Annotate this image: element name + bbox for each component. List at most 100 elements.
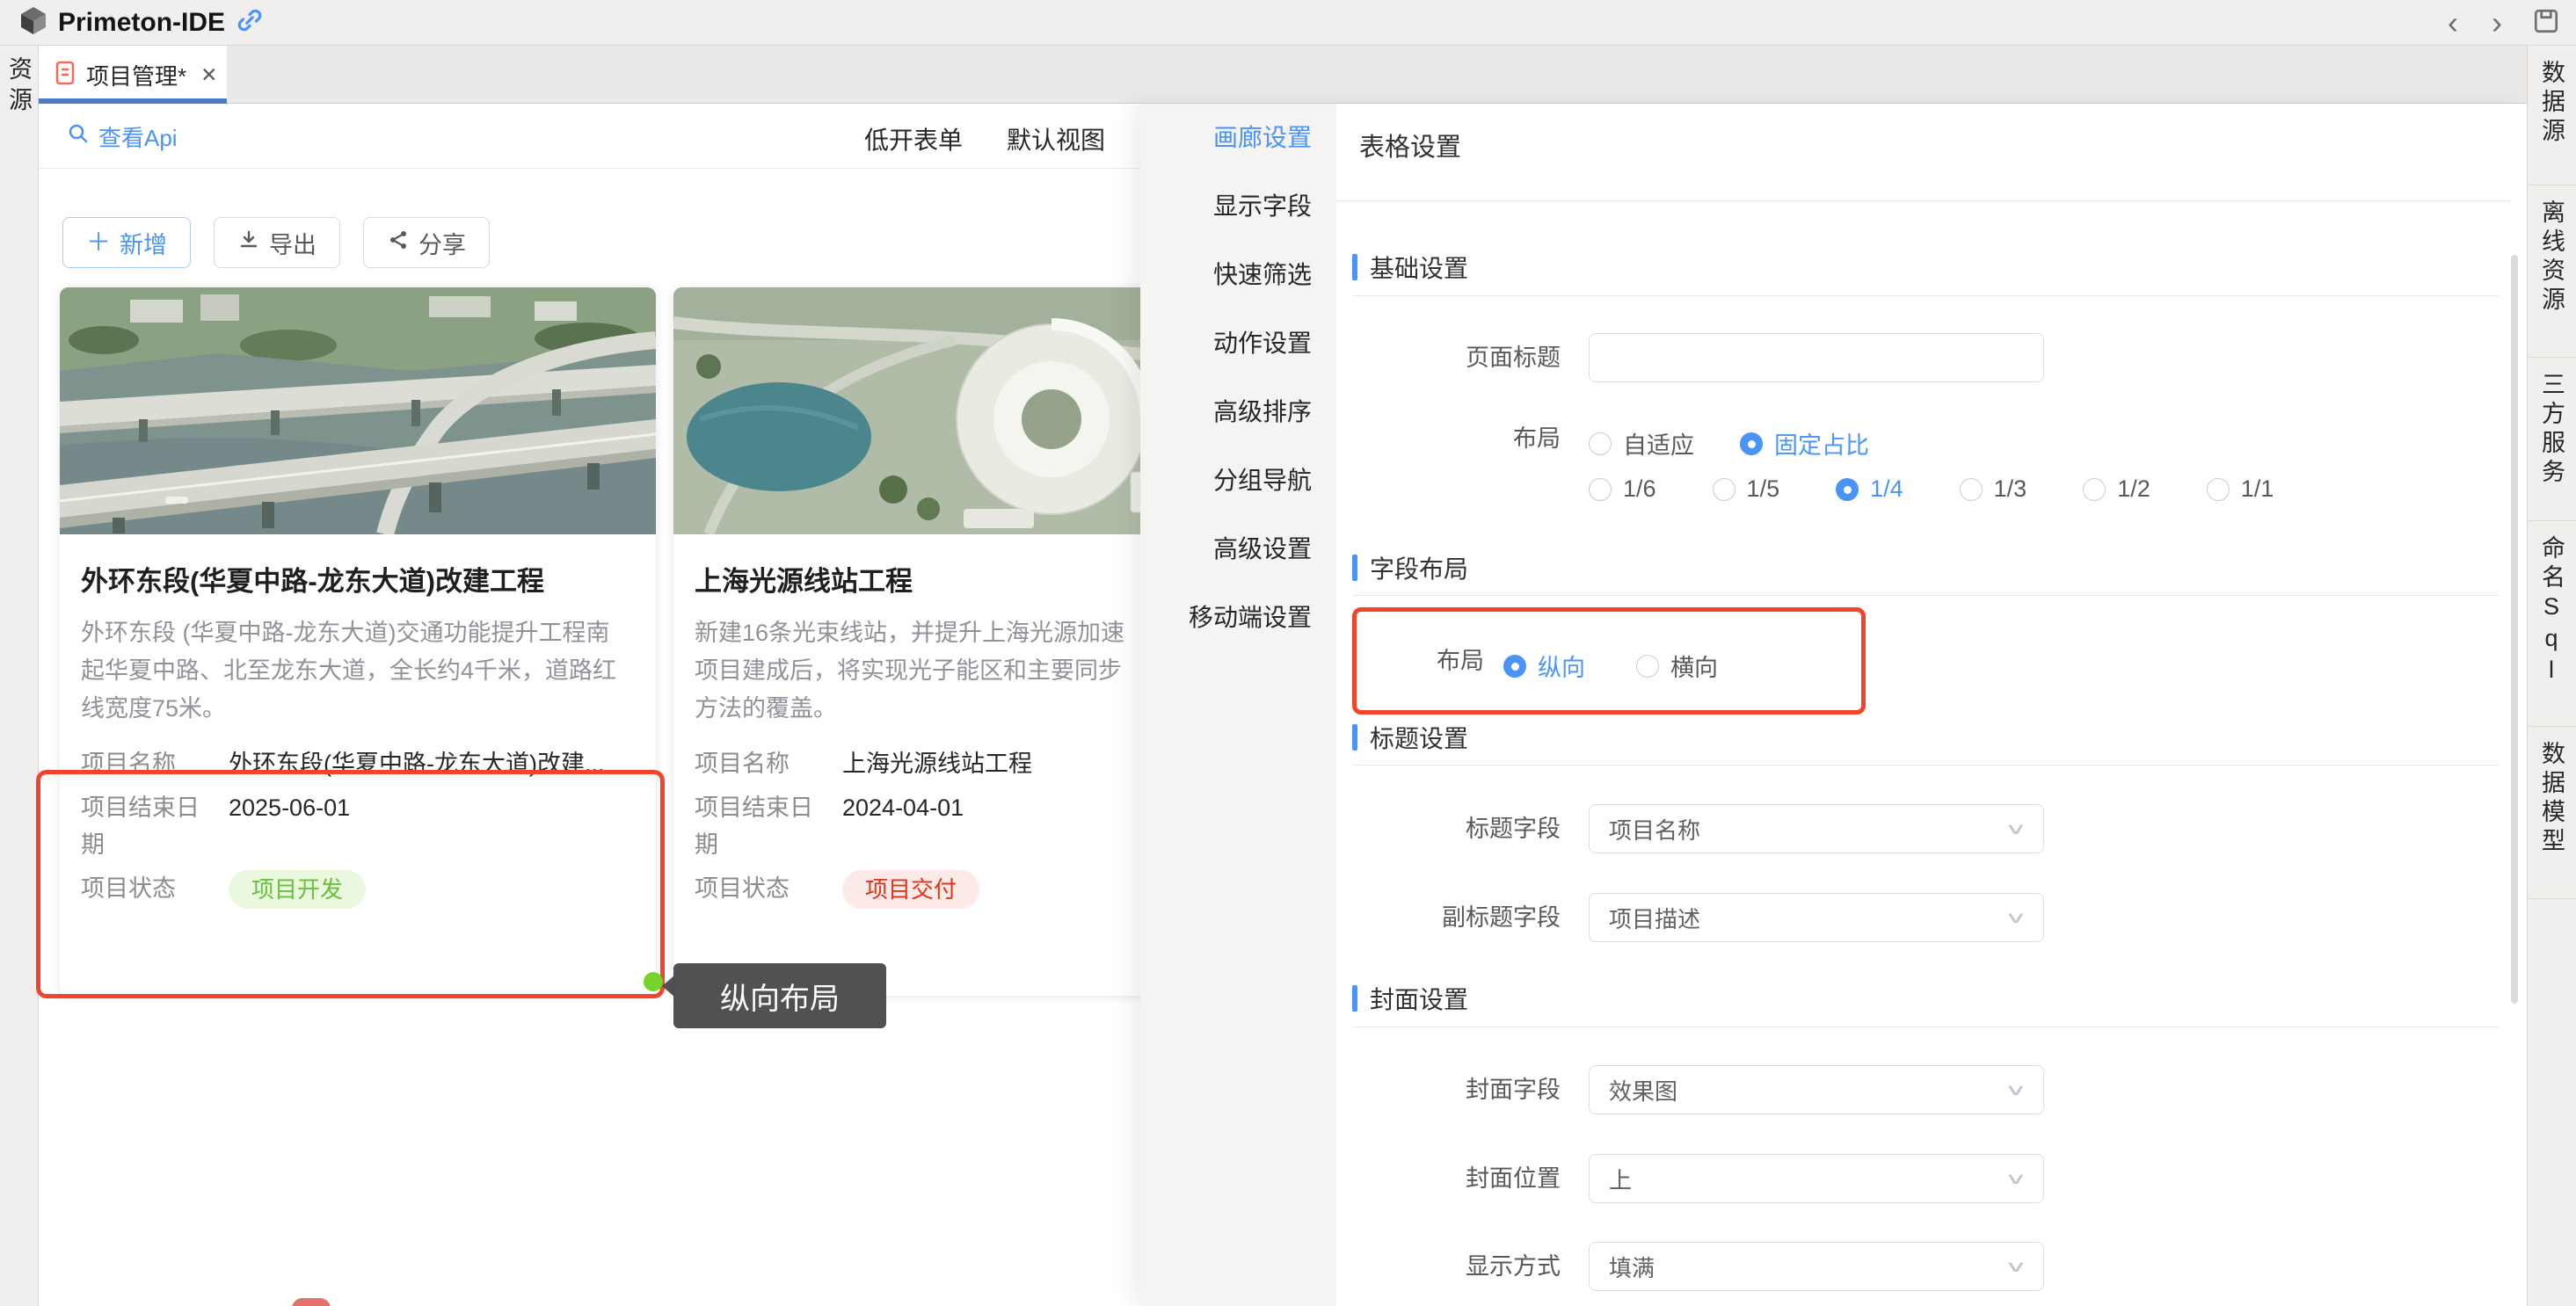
radio-label: 横向 <box>1670 649 1718 683</box>
radio-horizontal[interactable]: 横向 <box>1636 649 1718 683</box>
rail-item-data-source[interactable]: 数据源 <box>2528 46 2576 185</box>
nav-back-button[interactable]: ‹ <box>2444 7 2462 39</box>
field-label: 项目状态 <box>695 870 826 909</box>
radio-1-3[interactable]: 1/3 <box>1960 475 2027 503</box>
radio-circle <box>1636 655 1659 678</box>
radio-label: 1/1 <box>2241 475 2274 503</box>
nav-forward-button[interactable]: › <box>2488 7 2506 39</box>
export-button[interactable]: 导出 <box>214 217 340 268</box>
share-icon <box>387 229 410 258</box>
app-logo-icon <box>18 4 49 40</box>
layout-radio-group: 自适应 固定占比 <box>1589 426 1869 461</box>
title-field-select[interactable]: 项目名称 ∨ <box>1589 804 2044 853</box>
tab-close-icon[interactable]: ✕ <box>200 63 217 87</box>
section-basic-settings: 基础设置 <box>1352 253 1468 281</box>
rail-item-offline-resources[interactable]: 离线资源 <box>2528 185 2576 358</box>
radio-fixed-ratio[interactable]: 固定占比 <box>1740 426 1869 461</box>
field-layout-radio-group: 纵向 横向 <box>1503 649 1718 683</box>
display-mode-label: 显示方式 <box>1407 1242 1561 1291</box>
action-button-row: ＋ 新增 导出 <box>62 217 490 268</box>
status-badge: 项目开发 <box>229 870 366 909</box>
subtitle-field-label: 副标题字段 <box>1407 893 1561 942</box>
rail-item-resources[interactable]: 资源 <box>2 56 36 118</box>
rail-item-third-party-services[interactable]: 三方服务 <box>2528 358 2576 521</box>
top-header-bar: Primeton-IDE ‹ › <box>0 0 2576 46</box>
divider <box>1352 595 2499 596</box>
chevron-down-icon: ∨ <box>2005 819 2027 838</box>
link-icon[interactable] <box>236 6 264 39</box>
tooltip-arrow <box>662 976 674 997</box>
section-accent-bar <box>1352 985 1357 1012</box>
radio-1-1[interactable]: 1/1 <box>2207 475 2274 503</box>
subtitle-field-select[interactable]: 项目描述 ∨ <box>1589 893 2044 942</box>
drawer-menu: 画廊设置 显示字段 快速筛选 动作设置 高级排序 分组导航 高级设置 移动端设置 <box>1140 104 1336 1306</box>
radio-circle <box>1960 478 1983 501</box>
document-icon <box>55 61 76 90</box>
field-label: 项目名称 <box>81 745 213 782</box>
cover-field-label: 封面字段 <box>1407 1065 1561 1114</box>
tab-bar: 项目管理* ✕ <box>39 46 2527 104</box>
chevron-down-icon: ∨ <box>2005 1169 2027 1188</box>
select-value: 上 <box>1609 1163 1632 1195</box>
add-label: 新增 <box>120 226 167 260</box>
cover-field-select[interactable]: 效果图 ∨ <box>1589 1065 2044 1114</box>
settings-drawer: 画廊设置 显示字段 快速筛选 动作设置 高级排序 分组导航 高级设置 移动端设置… <box>1140 104 2527 1306</box>
share-button[interactable]: 分享 <box>363 217 490 268</box>
menu-item-quick-filter[interactable]: 快速筛选 <box>1140 241 1336 309</box>
radio-1-4[interactable]: 1/4 <box>1836 475 1903 503</box>
menu-item-advanced-settings[interactable]: 高级设置 <box>1140 515 1336 584</box>
section-field-layout: 字段布局 <box>1352 554 1468 582</box>
card-description: 外环东段 (华夏中路-龙东大道)交通功能提升工程南 起华夏中路、北至龙东大道，全… <box>81 614 635 728</box>
radio-circle <box>1589 478 1612 501</box>
rail-item-data-model[interactable]: 数据模型 <box>2528 727 2576 899</box>
share-label: 分享 <box>418 226 466 260</box>
radio-label: 1/2 <box>2117 475 2150 503</box>
tab-project-management[interactable]: 项目管理* ✕ <box>39 46 227 104</box>
menu-item-gallery-settings[interactable]: 画廊设置 <box>1140 104 1336 172</box>
partial-badge <box>292 1298 331 1306</box>
add-button[interactable]: ＋ 新增 <box>62 217 191 268</box>
low-code-form-button[interactable]: 低开表单 <box>864 121 963 156</box>
menu-item-group-nav[interactable]: 分组导航 <box>1140 446 1336 515</box>
highlight-handle-dot[interactable] <box>644 972 663 991</box>
scrollbar-thumb[interactable] <box>2511 255 2518 1004</box>
tooltip-text: 纵向布局 <box>720 975 840 1018</box>
view-api-label: 查看Api <box>98 120 178 153</box>
display-mode-select[interactable]: 填满 ∨ <box>1589 1242 2044 1291</box>
radio-adaptive[interactable]: 自适应 <box>1589 426 1694 461</box>
card-fields: 项目名称 外环东段(华夏中路-龙东大道)改建... 项目结束日期 2025-06… <box>81 745 635 909</box>
field-label: 项目状态 <box>81 870 213 909</box>
field-value: 2025-06-01 <box>229 789 350 863</box>
radio-label: 1/6 <box>1623 475 1656 503</box>
menu-item-mobile-settings[interactable]: 移动端设置 <box>1140 584 1336 652</box>
radio-label: 纵向 <box>1538 649 1585 683</box>
radio-circle <box>1836 478 1859 501</box>
radio-1-5[interactable]: 1/5 <box>1713 475 1780 503</box>
radio-vertical[interactable]: 纵向 <box>1503 649 1585 683</box>
radio-1-2[interactable]: 1/2 <box>2083 475 2150 503</box>
rail-item-named-sql[interactable]: 命名Sql <box>2528 521 2576 727</box>
page-title-label: 页面标题 <box>1407 333 1561 382</box>
section-title-settings: 标题设置 <box>1352 723 1468 751</box>
save-icon[interactable] <box>2532 7 2560 40</box>
title-field-label: 标题字段 <box>1407 804 1561 853</box>
section-cover-settings: 封面设置 <box>1352 984 1468 1012</box>
menu-item-display-fields[interactable]: 显示字段 <box>1140 172 1336 241</box>
radio-circle <box>1503 655 1526 678</box>
field-row-project-name: 项目名称 外环东段(华夏中路-龙东大道)改建... <box>81 745 635 782</box>
menu-item-action-settings[interactable]: 动作设置 <box>1140 309 1336 378</box>
cover-position-select[interactable]: 上 ∨ <box>1589 1154 2044 1203</box>
view-api-button[interactable]: 查看Api <box>62 120 183 154</box>
field-label: 项目结束日期 <box>695 789 826 863</box>
search-icon <box>67 122 90 151</box>
page-title-input[interactable] <box>1589 333 2044 382</box>
radio-1-6[interactable]: 1/6 <box>1589 475 1656 503</box>
select-value: 填满 <box>1609 1251 1655 1283</box>
menu-item-advanced-sort[interactable]: 高级排序 <box>1140 378 1336 446</box>
app-window: Primeton-IDE ‹ › 资源 <box>0 0 2576 1306</box>
field-label: 项目名称 <box>695 745 826 782</box>
default-view-button[interactable]: 默认视图 <box>1007 121 1105 156</box>
field-label: 项目结束日期 <box>81 789 213 863</box>
project-card[interactable]: 外环东段(华夏中路-龙东大道)改建工程 外环东段 (华夏中路-龙东大道)交通功能… <box>60 287 656 996</box>
section-accent-bar <box>1352 724 1357 751</box>
